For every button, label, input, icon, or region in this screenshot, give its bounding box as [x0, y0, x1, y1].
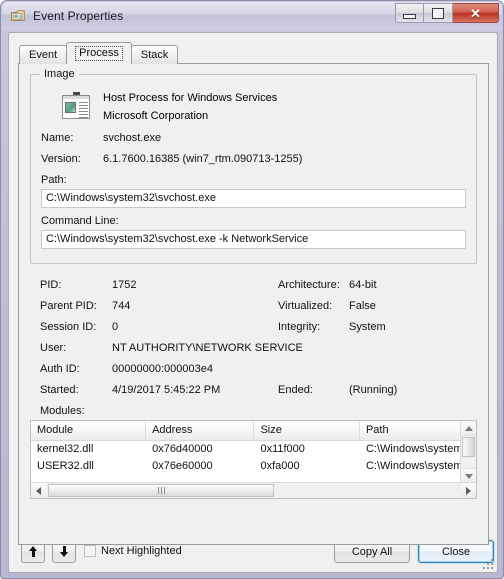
- tab-event[interactable]: Event: [19, 45, 68, 64]
- chevron-up-icon: [464, 425, 473, 431]
- command-line-field[interactable]: C:\Windows\system32\svchost.exe -k Netwo…: [41, 230, 466, 249]
- virtualized-value: False: [349, 300, 376, 312]
- event-properties-window: Event Properties ✕ Event Process Stack I…: [0, 0, 504, 579]
- session-id-value: 0: [112, 321, 119, 333]
- integrity-label: Integrity:: [278, 321, 321, 333]
- column-header-path[interactable]: Path: [360, 421, 476, 440]
- minimize-button[interactable]: [395, 3, 424, 23]
- user-value: NT AUTHORITY\NETWORK SERVICE: [112, 342, 303, 354]
- architecture-value: 64-bit: [349, 279, 377, 291]
- modules-vertical-scrollbar[interactable]: [460, 421, 476, 483]
- close-icon: ✕: [470, 5, 481, 21]
- table-row[interactable]: kernel32.dll 0x76d40000 0x11f000 C:\Wind…: [31, 441, 476, 458]
- name-label: Name:: [41, 132, 74, 144]
- ended-label: Ended:: [278, 384, 313, 396]
- tab-event-label: Event: [29, 49, 58, 61]
- session-id-label: Session ID:: [40, 321, 97, 333]
- auth-id-value: 00000000:000003e4: [112, 363, 213, 375]
- scroll-left-button[interactable]: [31, 483, 46, 498]
- tab-strip: Event Process Stack: [19, 42, 179, 64]
- window-title: Event Properties: [33, 9, 124, 23]
- integrity-value: System: [349, 321, 386, 333]
- cell-path: C:\Windows\system32\: [365, 443, 476, 455]
- client-area: Event Process Stack Image Host Process f…: [8, 32, 498, 573]
- auth-id-label: Auth ID:: [40, 363, 80, 375]
- window-controls: ✕: [395, 3, 499, 23]
- name-value: svchost.exe: [103, 132, 162, 144]
- modules-horizontal-scrollbar[interactable]: [31, 482, 476, 498]
- image-groupbox-legend: Image: [40, 68, 79, 80]
- arrow-up-icon: [28, 546, 38, 557]
- maximize-icon: [432, 7, 444, 19]
- modules-label: Modules:: [40, 405, 85, 417]
- chevron-right-icon: [466, 486, 471, 495]
- modules-header-row: Module Address Size Path: [31, 421, 476, 441]
- version-label: Version:: [41, 153, 81, 165]
- chevron-left-icon: [36, 486, 41, 495]
- architecture-label: Architecture:: [278, 279, 340, 291]
- tab-stack[interactable]: Stack: [130, 45, 179, 64]
- image-description: Host Process for Windows Services: [103, 92, 278, 104]
- cell-path: C:\Windows\system32\: [365, 460, 476, 472]
- title-bar[interactable]: Event Properties ✕: [2, 2, 502, 30]
- started-label: Started:: [40, 384, 79, 396]
- next-highlighted-checkbox[interactable]: [84, 545, 96, 557]
- chevron-down-icon: [464, 473, 473, 479]
- command-line-label: Command Line:: [41, 215, 119, 227]
- cell-module: kernel32.dll: [37, 443, 94, 455]
- column-header-address[interactable]: Address: [146, 421, 255, 440]
- modules-listview[interactable]: Module Address Size Path kernel32.dll 0x…: [30, 420, 477, 499]
- parent-pid-label: Parent PID:: [40, 300, 97, 312]
- next-highlighted-checkbox-wrap[interactable]: Next Highlighted: [84, 545, 182, 557]
- cell-size: 0x11f000: [260, 443, 305, 455]
- parent-pid-value: 744: [112, 300, 131, 312]
- pid-value: 1752: [112, 279, 137, 291]
- tab-stack-label: Stack: [140, 49, 169, 61]
- column-header-module[interactable]: Module: [31, 421, 147, 440]
- vertical-scroll-thumb[interactable]: [462, 437, 475, 457]
- virtualized-label: Virtualized:: [278, 300, 333, 312]
- scroll-down-button[interactable]: [461, 468, 476, 483]
- close-button[interactable]: ✕: [453, 3, 499, 23]
- column-header-size[interactable]: Size: [254, 421, 360, 440]
- cell-address: 0x76e60000: [152, 460, 213, 472]
- image-company: Microsoft Corporation: [103, 110, 209, 122]
- started-value: 4/19/2017 5:45:22 PM: [112, 384, 221, 396]
- table-row[interactable]: USER32.dll 0x76e60000 0xfa000 C:\Windows…: [31, 458, 476, 475]
- path-field[interactable]: C:\Windows\system32\svchost.exe: [41, 189, 466, 208]
- resize-grip[interactable]: [481, 557, 493, 569]
- next-highlighted-label: Next Highlighted: [101, 545, 182, 557]
- user-label: User:: [40, 342, 67, 354]
- maximize-button[interactable]: [424, 3, 453, 23]
- tab-process-label: Process: [75, 46, 123, 61]
- cell-module: USER32.dll: [37, 460, 94, 472]
- arrow-down-icon: [59, 546, 69, 557]
- scroll-right-button[interactable]: [461, 483, 476, 498]
- horizontal-scroll-thumb[interactable]: [48, 484, 274, 497]
- event-properties-icon: [10, 8, 26, 24]
- grip-icon: [157, 485, 166, 497]
- image-groupbox: Image Host Process for Windows Services …: [30, 68, 477, 264]
- ended-value: (Running): [349, 384, 398, 396]
- cell-address: 0x76d40000: [152, 443, 213, 455]
- minimize-icon: [403, 13, 416, 19]
- version-value: 6.1.7600.16385 (win7_rtm.090713-1255): [103, 153, 303, 165]
- cell-size: 0xfa000: [260, 460, 300, 472]
- path-label: Path:: [41, 174, 67, 186]
- tab-process[interactable]: Process: [66, 42, 132, 64]
- process-image-icon: [60, 91, 92, 123]
- scroll-up-button[interactable]: [461, 421, 476, 436]
- process-tab-page: Image Host Process for Windows Services …: [18, 63, 489, 545]
- pid-label: PID:: [40, 279, 62, 291]
